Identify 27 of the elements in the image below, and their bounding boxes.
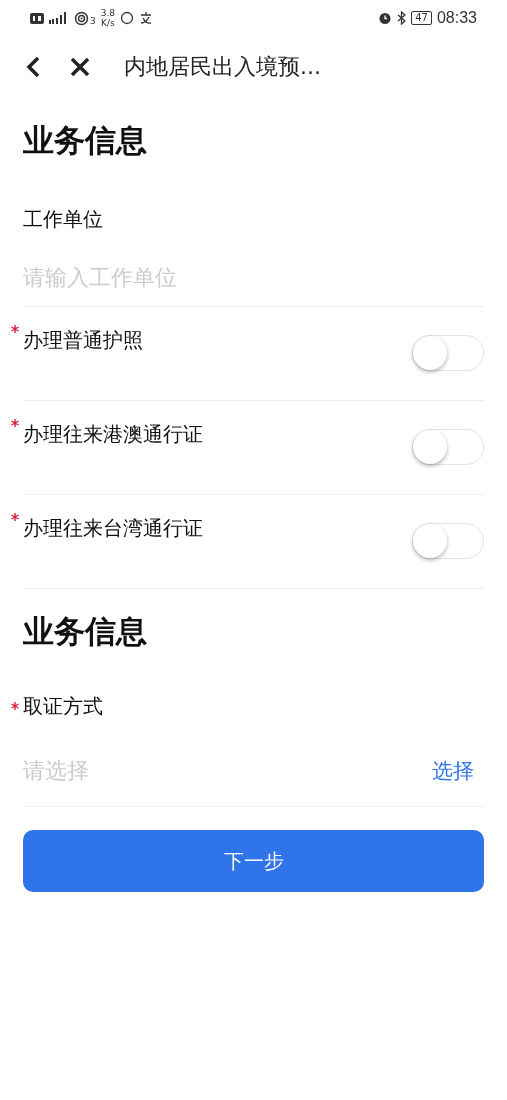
toggle-switch[interactable] — [412, 523, 484, 559]
section-title: 业务信息 — [23, 121, 148, 160]
toggle-label: 办理往来台湾通行证 — [23, 515, 203, 542]
alarm-icon — [378, 11, 393, 25]
page-title: 内地居民出入境预... — [124, 53, 321, 81]
field-label: 工作单位 — [23, 206, 103, 233]
toggle-switch[interactable] — [412, 335, 484, 371]
net-speed: 3.8 — [100, 8, 116, 18]
hd-icon — [30, 12, 44, 24]
select-link[interactable]: 选择 — [432, 757, 474, 785]
toggle-label: 办理普通护照 — [23, 327, 143, 354]
toggle-switch[interactable] — [412, 429, 484, 465]
field-label: 取证方式 — [23, 693, 103, 720]
clock: 08:33 — [436, 9, 477, 27]
toggle-label: 办理往来港澳通行证 — [23, 421, 203, 448]
bluetooth-icon — [397, 11, 407, 25]
hotspot-icon — [74, 10, 89, 26]
hotspot-count: 3 — [90, 16, 96, 26]
battery-icon: 47 — [411, 11, 432, 25]
section-title: 业务信息 — [23, 612, 148, 651]
close-icon[interactable] — [70, 57, 90, 77]
app-icon — [139, 11, 154, 25]
signal-icon — [49, 11, 69, 25]
next-button[interactable]: 下一步 — [23, 830, 484, 892]
net-unit: K/s — [101, 18, 115, 28]
sync-icon — [120, 11, 135, 25]
back-icon[interactable] — [26, 56, 40, 78]
